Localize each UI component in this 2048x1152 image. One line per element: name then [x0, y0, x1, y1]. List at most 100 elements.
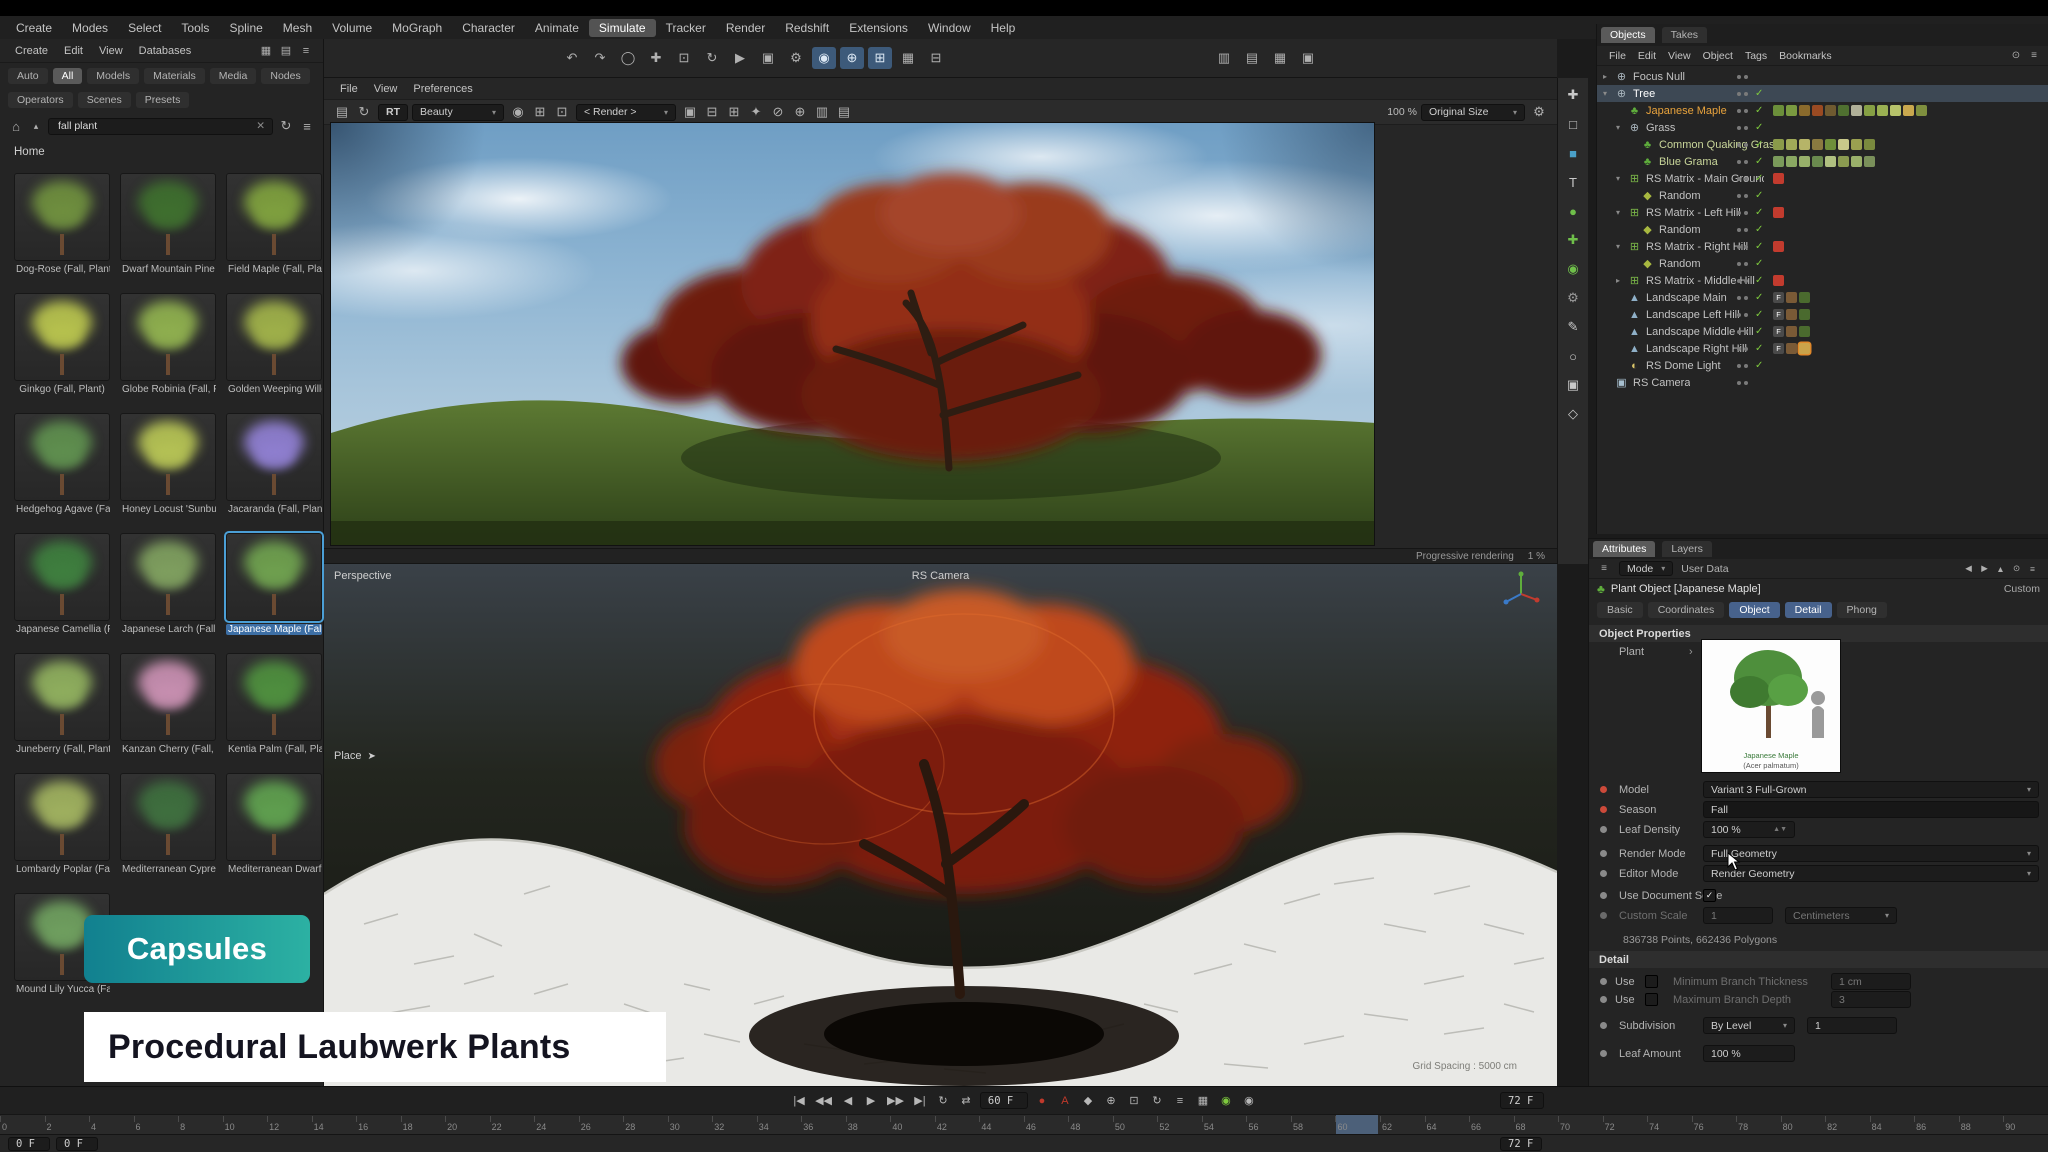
place-tool-label[interactable]: Place➤	[334, 750, 376, 762]
plant-thumbnail[interactable]: Field Maple (Fall, Plant)	[226, 173, 322, 275]
object-tag-icon[interactable]	[1786, 343, 1797, 354]
object-tag-icon[interactable]	[1825, 156, 1836, 167]
custom-label[interactable]: Custom	[2004, 583, 2040, 595]
max-branch-field[interactable]: 3	[1831, 991, 1911, 1008]
filmstrip-icon[interactable]: ▤	[332, 101, 352, 123]
asset-category-tab[interactable]: Scenes	[78, 92, 131, 108]
object-tag-icon[interactable]	[1916, 105, 1927, 116]
menu-item[interactable]: Select	[118, 19, 171, 37]
visibility-dots[interactable]	[1737, 364, 1748, 368]
object-tag-icon[interactable]: F	[1773, 292, 1784, 303]
mograph-sphere-icon[interactable]: ●	[1561, 200, 1585, 222]
object-manager-tab[interactable]: Takes	[1662, 27, 1707, 43]
grid-icon[interactable]: ⊞	[868, 47, 892, 69]
visibility-dots[interactable]	[1737, 296, 1748, 300]
object-tag-icon[interactable]	[1786, 156, 1797, 167]
render-mode-dropdown-attr[interactable]: Full Geometry	[1703, 845, 2039, 862]
snapshot-icon[interactable]: ▣	[680, 101, 700, 123]
timeline-tick[interactable]: 30	[668, 1115, 713, 1134]
timeline-tick[interactable]: 56	[1246, 1115, 1291, 1134]
object-tag-icon[interactable]	[1851, 139, 1862, 150]
pla-key-icon[interactable]: ▦	[1193, 1091, 1213, 1111]
object-row[interactable]: ▾ ⊕ Grass ✓	[1597, 119, 2048, 136]
visibility-dots[interactable]	[1737, 279, 1748, 283]
zoom-value[interactable]: 100 %	[1387, 106, 1417, 118]
object-tag-icon[interactable]	[1890, 105, 1901, 116]
menu-item[interactable]: MoGraph	[382, 19, 452, 37]
asset-browser-menu-item[interactable]: Databases	[132, 44, 199, 58]
object-tag-icon[interactable]	[1838, 105, 1849, 116]
link-icon[interactable]: ⊕	[790, 101, 810, 123]
enabled-check-icon[interactable]: ✓	[1755, 207, 1763, 218]
plant-thumbnail[interactable]: Kentia Palm (Fall, Plant)	[226, 653, 322, 755]
timeline-tick[interactable]: 64	[1425, 1115, 1470, 1134]
timeline-tick[interactable]: 60	[1335, 1115, 1380, 1134]
timeline-tick[interactable]: 44	[979, 1115, 1024, 1134]
menu-item[interactable]: Simulate	[589, 19, 656, 37]
object-tag-icon[interactable]: F	[1773, 343, 1784, 354]
om-filter-icon[interactable]: ≡	[2026, 45, 2042, 67]
text-tool-icon[interactable]: T	[1561, 171, 1585, 193]
timeline-tick[interactable]: 46	[1024, 1115, 1069, 1134]
up-arrow-icon[interactable]: ▴	[29, 115, 43, 137]
timeline-ruler[interactable]: 0246810121416182022242628303234363840424…	[0, 1114, 2048, 1134]
visibility-dots[interactable]	[1737, 109, 1748, 113]
history-back-icon[interactable]: ◀	[1961, 558, 1976, 580]
timeline-tick[interactable]: 26	[579, 1115, 624, 1134]
undo-icon[interactable]: ↶	[560, 47, 584, 69]
timeline-tick[interactable]: 78	[1736, 1115, 1781, 1134]
timeline-tick[interactable]: 66	[1469, 1115, 1514, 1134]
interactive-render-icon[interactable]: ◉	[812, 47, 836, 69]
object-manager-menu-item[interactable]: Tags	[1739, 49, 1773, 63]
layout-rows-icon[interactable]: ▤	[1240, 47, 1264, 69]
om-search-icon[interactable]: ⊙	[2008, 45, 2024, 67]
object-tag-icon[interactable]	[1786, 326, 1797, 337]
timeline-tick[interactable]: 0	[0, 1115, 45, 1134]
next-frame-button[interactable]: ▶▶	[884, 1091, 907, 1111]
solo-green-button[interactable]: ◉	[1216, 1091, 1236, 1111]
enabled-check-icon[interactable]: ✓	[1755, 173, 1763, 184]
plant-thumbnail[interactable]: Golden Weeping Willo...	[226, 293, 322, 395]
timeline-tick[interactable]: 86	[1914, 1115, 1959, 1134]
leaf-density-field[interactable]: 100 %▲▼	[1703, 821, 1795, 838]
attr-burger-icon[interactable]: ≡	[1597, 558, 1611, 580]
timeline-tick[interactable]: 12	[267, 1115, 312, 1134]
enabled-check-icon[interactable]: ✓	[1755, 275, 1763, 286]
object-row[interactable]: ▸ ⊞ RS Matrix - Middle Hill ✓	[1597, 272, 2048, 289]
menu-item[interactable]: Render	[716, 19, 775, 37]
history-forward-icon[interactable]: ▶	[1977, 558, 1992, 580]
visibility-dots[interactable]	[1737, 92, 1748, 96]
enabled-check-icon[interactable]: ✓	[1755, 292, 1763, 303]
object-tag-icon[interactable]	[1825, 105, 1836, 116]
asset-browser-menu-item[interactable]: Edit	[57, 44, 90, 58]
object-tag-icon[interactable]	[1773, 139, 1784, 150]
season-field[interactable]: Fall	[1703, 801, 2039, 818]
timeline-tick[interactable]: 14	[312, 1115, 357, 1134]
object-row[interactable]: ▸ ⊕ Focus Null ✓	[1597, 68, 2048, 85]
visibility-dots[interactable]	[1737, 177, 1748, 181]
plane-tool-icon[interactable]: □	[1561, 113, 1585, 135]
visibility-dots[interactable]	[1737, 75, 1748, 79]
plant-thumbnail[interactable]: Hedgehog Agave (Fall...	[14, 413, 110, 515]
browser-settings-icon[interactable]: ≡	[297, 40, 315, 62]
viewport-menu-item[interactable]: Preferences	[405, 82, 480, 96]
object-tag-icon[interactable]	[1864, 139, 1875, 150]
object-tag-icon[interactable]	[1799, 309, 1810, 320]
plant-preview[interactable]: Japanese Maple (Acer palmatum)	[1701, 639, 1841, 773]
object-manager-menu-item[interactable]: View	[1662, 49, 1697, 63]
object-tag-icon[interactable]	[1799, 156, 1810, 167]
timeline-tick[interactable]: 84	[1870, 1115, 1915, 1134]
enabled-check-icon[interactable]: ✓	[1755, 241, 1763, 252]
object-manager-menu-item[interactable]: File	[1603, 49, 1632, 63]
object-row[interactable]: ♣ Blue Grama ✓	[1597, 153, 2048, 170]
ipr-refresh-icon[interactable]: ↻	[354, 101, 374, 123]
goto-end-button[interactable]: ▶|	[910, 1091, 930, 1111]
use-document-scale-checkbox[interactable]: ✓	[1703, 889, 1716, 902]
layers-icon[interactable]: ▤	[834, 101, 854, 123]
visibility-dots[interactable]	[1737, 262, 1748, 266]
enabled-check-icon[interactable]: ✓	[1755, 343, 1763, 354]
range-start-field[interactable]: 0 F	[8, 1137, 50, 1151]
object-row[interactable]: ◆ Random ✓	[1597, 255, 2048, 272]
object-tag-icon[interactable]	[1851, 105, 1862, 116]
position-key-icon[interactable]: ⊕	[1101, 1091, 1121, 1111]
